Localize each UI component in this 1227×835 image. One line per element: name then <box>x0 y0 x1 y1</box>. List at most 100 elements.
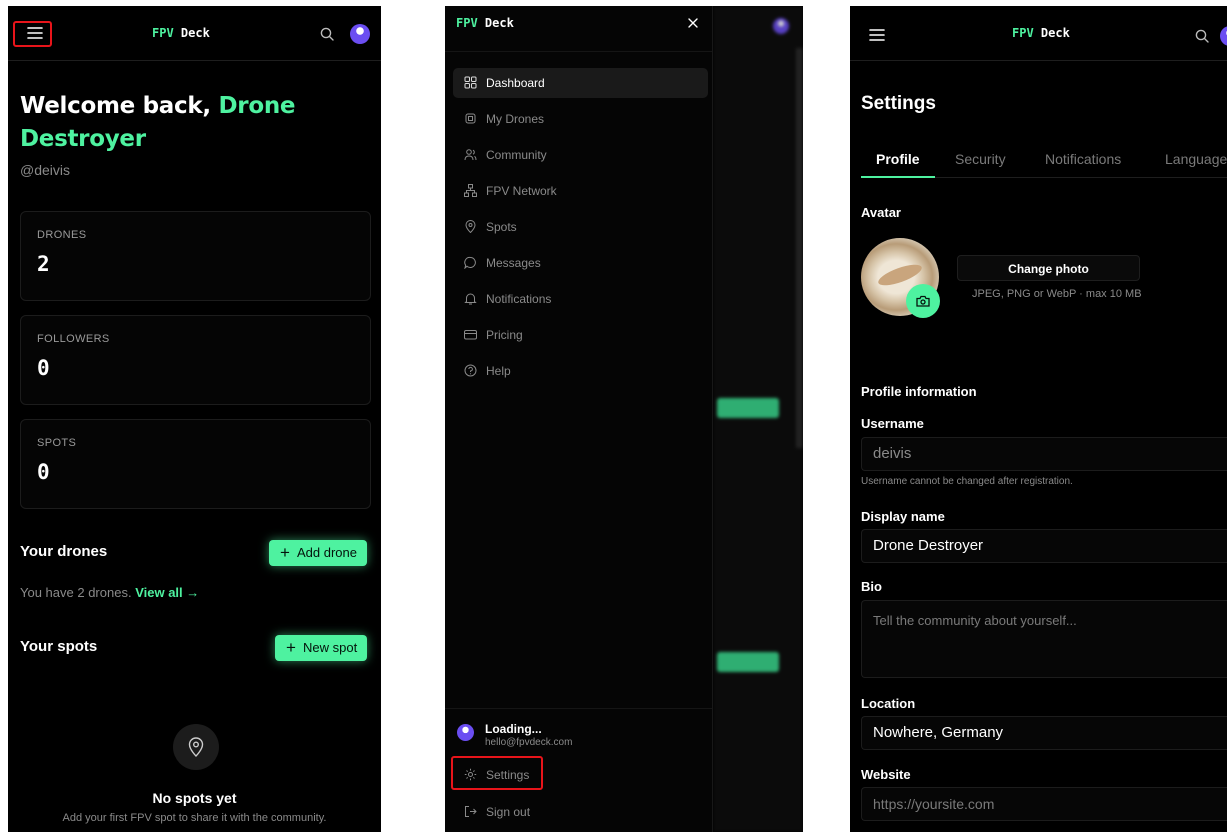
location-field[interactable]: Nowhere, Germany <box>861 716 1227 750</box>
avatar-label: Avatar <box>861 205 901 220</box>
stat-value: 0 <box>37 460 50 484</box>
tab-profile[interactable]: Profile <box>876 151 920 167</box>
credit-card-icon <box>464 330 477 340</box>
username-label: Username <box>861 416 924 431</box>
new-spot-label: New spot <box>303 640 358 655</box>
camera-button[interactable] <box>906 284 940 318</box>
top-bar: FPV Deck <box>850 6 1227 61</box>
dashboard-icon <box>464 76 477 89</box>
nav-label: FPV Network <box>486 184 557 198</box>
search-icon[interactable] <box>1195 29 1209 43</box>
brand-logo: FPV Deck <box>152 26 210 40</box>
view-all-link[interactable]: View all → <box>135 585 199 600</box>
bio-label: Bio <box>861 579 882 594</box>
stat-card-followers: FOLLOWERS 0 <box>20 315 371 405</box>
brand-deck: Deck <box>180 26 210 40</box>
blurred-new-spot-button <box>717 652 779 672</box>
website-label: Website <box>861 767 911 782</box>
drawer-brand-logo: FPV Deck <box>456 16 514 30</box>
blurred-add-drone-button <box>717 398 779 418</box>
nav-item-community[interactable]: Community <box>453 140 708 170</box>
display-name-field[interactable]: Drone Destroyer <box>861 529 1227 563</box>
close-icon[interactable] <box>688 18 698 28</box>
nav-label: Messages <box>486 256 541 270</box>
brand-logo: FPV Deck <box>1012 26 1070 40</box>
nav-item-messages[interactable]: Messages <box>453 248 708 278</box>
nav-item-spots[interactable]: Spots <box>453 212 708 242</box>
sign-out-icon <box>465 806 477 817</box>
camera-icon <box>916 295 930 307</box>
drawer-user-avatar <box>457 724 474 741</box>
nav-item-my-drones[interactable]: My Drones <box>453 104 708 134</box>
drones-summary-text: You have 2 drones. <box>20 585 132 600</box>
nav-item-help[interactable]: Help <box>453 356 708 386</box>
nav-item-pricing[interactable]: Pricing <box>453 320 708 350</box>
change-photo-button[interactable]: Change photo <box>957 255 1140 281</box>
empty-spots-icon-wrap <box>173 724 219 770</box>
brand-fpv: FPV <box>1012 26 1034 40</box>
settings-screen: FPV Deck Settings Profile Security Notif… <box>850 6 1227 832</box>
drawer-user-email: hello@fpvdeck.com <box>485 737 573 748</box>
nav-label: Notifications <box>486 292 552 306</box>
hamburger-highlight <box>13 21 52 47</box>
add-drone-label: Add drone <box>297 545 357 560</box>
nav-item-dashboard[interactable]: Dashboard <box>453 68 708 98</box>
nav-label: Help <box>486 364 511 378</box>
active-tab-indicator <box>861 176 935 178</box>
stat-value: 0 <box>37 356 50 380</box>
tab-language[interactable]: Language <box>1165 151 1227 167</box>
nav-label: Spots <box>486 220 517 234</box>
user-avatar[interactable] <box>350 24 370 44</box>
username-help-text: Username cannot be changed after registr… <box>861 476 1073 487</box>
network-icon <box>464 184 477 197</box>
nav-item-notifications[interactable]: Notifications <box>453 284 708 314</box>
website-field[interactable]: https://yoursite.com <box>861 787 1227 821</box>
drawer-divider <box>445 51 712 52</box>
bio-textarea[interactable]: Tell the community about yourself... <box>861 600 1227 678</box>
blurred-scrollbar <box>796 48 803 448</box>
users-icon <box>464 149 477 161</box>
drawer-user-name: Loading... <box>485 722 542 736</box>
drawer-screen: FPV Deck Dashboard My Drones Community F… <box>445 6 803 832</box>
message-icon <box>464 256 476 269</box>
empty-spots-title: No spots yet <box>152 790 237 806</box>
tab-notifications[interactable]: Notifications <box>1045 151 1121 167</box>
welcome-heading: Welcome back, Drone Destroyer <box>20 90 350 156</box>
drones-summary: You have 2 drones. View all → <box>20 585 199 600</box>
empty-spots-subtitle: Add your first FPV spot to share it with… <box>62 812 327 824</box>
stat-card-drones: DRONES 2 <box>20 211 371 301</box>
page-title: Settings <box>861 93 936 114</box>
help-icon <box>464 364 477 377</box>
stat-label: SPOTS <box>37 437 77 449</box>
navigation-drawer: FPV Deck Dashboard My Drones Community F… <box>445 6 713 832</box>
new-spot-button[interactable]: + New spot <box>275 635 368 661</box>
profile-information-heading: Profile information <box>861 384 977 399</box>
map-pin-icon <box>465 220 476 233</box>
drawer-footer-divider <box>445 708 712 709</box>
blurred-background-page <box>713 6 803 832</box>
add-drone-button[interactable]: + Add drone <box>269 540 367 566</box>
display-name-label: Display name <box>861 509 945 524</box>
welcome-prefix: Welcome back, <box>20 93 219 119</box>
nav-item-fpv-network[interactable]: FPV Network <box>453 176 708 206</box>
tab-security[interactable]: Security <box>955 151 1006 167</box>
user-avatar[interactable] <box>1220 26 1227 46</box>
blurred-avatar <box>773 18 789 34</box>
drone-icon <box>465 113 476 124</box>
hamburger-menu-icon[interactable] <box>869 28 885 42</box>
plus-icon: + <box>286 638 296 657</box>
plus-icon: + <box>280 543 290 562</box>
nav-item-sign-out[interactable]: Sign out <box>453 797 708 827</box>
stat-value: 2 <box>37 252 50 276</box>
search-icon[interactable] <box>320 27 334 41</box>
location-label: Location <box>861 696 916 711</box>
nav-label: Community <box>486 148 547 162</box>
username-field: deivis <box>861 437 1227 471</box>
your-drones-title: Your drones <box>20 543 108 560</box>
brand-deck: Deck <box>484 16 514 30</box>
photo-format-hint: JPEG, PNG or WebP · max 10 MB <box>972 288 1142 300</box>
bell-icon <box>464 293 477 305</box>
nav-label: Pricing <box>486 328 523 342</box>
dashboard-screen: FPV Deck Welcome back, Drone Destroyer @… <box>8 6 381 832</box>
nav-label: Sign out <box>486 805 531 819</box>
